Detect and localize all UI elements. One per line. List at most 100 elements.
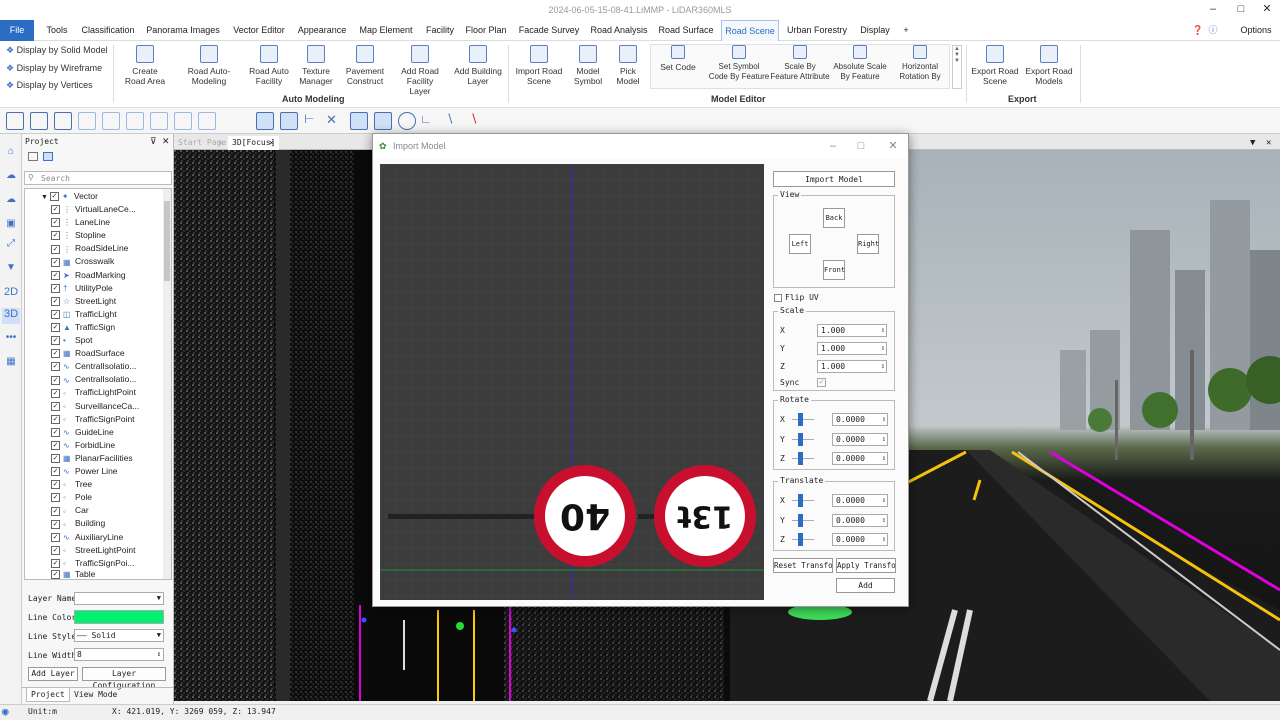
- menu-floor-plan[interactable]: Floor Plan: [462, 20, 510, 41]
- tree-node-layer[interactable]: ✓ • Spot: [51, 334, 93, 347]
- layer-checkbox[interactable]: ✓: [51, 506, 60, 516]
- lock-icon[interactable]: [28, 152, 38, 161]
- menu-facility[interactable]: Facility: [422, 20, 458, 41]
- options-menu[interactable]: Options: [1236, 20, 1276, 41]
- pick-model-button[interactable]: Pick Model: [610, 45, 646, 86]
- panel-close-icon[interactable]: ✕: [162, 136, 170, 147]
- view-right-button[interactable]: Right: [857, 234, 879, 254]
- tab-3d-close-icon[interactable]: ✕: [269, 136, 274, 150]
- tree-scrollbar[interactable]: [163, 189, 171, 579]
- menu-classification[interactable]: Classification: [78, 20, 138, 41]
- tab-bar-close-icon[interactable]: ✕: [1266, 136, 1271, 150]
- menu-facade-survey[interactable]: Facade Survey: [515, 20, 583, 41]
- node-edit-icon[interactable]: [6, 112, 24, 130]
- hourglass-icon[interactable]: [280, 112, 298, 130]
- menu-appearance[interactable]: Appearance: [294, 20, 350, 41]
- view-back-button[interactable]: Back: [823, 208, 845, 228]
- mode-3d-icon[interactable]: 3D: [2, 308, 20, 324]
- layer-checkbox[interactable]: ✓: [51, 545, 60, 555]
- line-style-select[interactable]: —— Solid ▼: [74, 629, 164, 642]
- tree-node-layer[interactable]: ✓ ∿ AuxiliaryLine: [51, 531, 123, 544]
- layer-checkbox[interactable]: ✓: [51, 427, 60, 437]
- menu-road-scene[interactable]: Road Scene: [721, 20, 779, 41]
- tree-node-layer[interactable]: ✓ ⋮ VirtualLaneCe...: [51, 203, 136, 216]
- translate-y-input[interactable]: 0.0000: [832, 514, 888, 527]
- tree-node-layer[interactable]: ✓ ⋮ Stopline: [51, 229, 106, 242]
- tree-node-table[interactable]: ✓ ▦ Table: [51, 568, 95, 579]
- menu-display[interactable]: Display: [855, 20, 895, 41]
- layers-icon[interactable]: [43, 152, 53, 161]
- tree-node-layer[interactable]: ✓ ◦ Pole: [51, 491, 92, 504]
- line-width-input[interactable]: 8 ↕: [74, 648, 164, 661]
- display-wireframe-option[interactable]: ❖ Display by Wireframe: [6, 63, 102, 74]
- layer-checkbox[interactable]: ✓: [51, 388, 60, 398]
- frame-icon[interactable]: [174, 112, 192, 130]
- layer-checkbox[interactable]: ✓: [51, 270, 60, 280]
- texture-manager-button[interactable]: Texture Manager: [294, 45, 338, 86]
- search-field[interactable]: ⚲ Search: [24, 171, 172, 185]
- tree-node-layer[interactable]: ✓ ▦ Crosswalk: [51, 255, 114, 268]
- scale-sync-checkbox[interactable]: ✓: [817, 378, 826, 387]
- import-road-scene-button[interactable]: Import Road Scene: [512, 45, 566, 86]
- layer-checkbox[interactable]: ✓: [51, 558, 60, 568]
- image-icon[interactable]: ▦: [2, 356, 20, 372]
- translate-z-slider[interactable]: [792, 533, 814, 546]
- vertex-icon[interactable]: [30, 112, 48, 130]
- layer-checkbox[interactable]: ✓: [51, 310, 60, 320]
- import-model-button[interactable]: Import Model: [773, 171, 895, 187]
- menu-add-tab[interactable]: +: [899, 20, 913, 41]
- delete-segment-icon[interactable]: ∖: [470, 112, 488, 130]
- tree-node-layer[interactable]: ✓ ◦ Car: [51, 504, 89, 517]
- layer-checkbox[interactable]: ✓: [51, 441, 60, 451]
- add-layer-button[interactable]: Add Layer: [28, 667, 78, 681]
- add-building-layer-button[interactable]: Add Building Layer: [450, 45, 506, 86]
- rectangle-select-icon[interactable]: [256, 112, 274, 130]
- pavement-construct-button[interactable]: Pavement Construct: [341, 45, 389, 86]
- scatter-icon[interactable]: [374, 112, 392, 130]
- rotate-x-input[interactable]: 0.0000: [832, 413, 888, 426]
- view-left-button[interactable]: Left: [789, 234, 811, 254]
- tree-node-layer[interactable]: ✓ ◦ Tree: [51, 478, 92, 491]
- layer-checkbox[interactable]: ✓: [51, 244, 60, 254]
- tree-node-layer[interactable]: ✓ ◦ SurveillanceCa...: [51, 400, 139, 413]
- tree-node-layer[interactable]: ✓ ◦ TrafficSignPoint: [51, 413, 135, 426]
- rotate-z-slider[interactable]: [792, 452, 814, 465]
- layer-checkbox[interactable]: ✓: [51, 414, 60, 424]
- menu-road-analysis[interactable]: Road Analysis: [587, 20, 651, 41]
- model-preview-canvas[interactable]: 40 13t: [380, 164, 764, 600]
- knife-icon[interactable]: ∖: [446, 112, 464, 130]
- export-road-models-button[interactable]: Export Road Models: [1022, 45, 1076, 86]
- tree-node-layer[interactable]: ✓ ∿ CentralIsolatio...: [51, 360, 136, 373]
- layer-checkbox[interactable]: ✓: [51, 532, 60, 542]
- tab-view-mode[interactable]: View Mode: [70, 688, 121, 702]
- layer-checkbox[interactable]: ✓: [51, 323, 60, 333]
- tree-node-layer[interactable]: ✓ ∿ ForbidLine: [51, 439, 115, 452]
- view-front-button[interactable]: Front: [823, 260, 845, 280]
- menu-vector-editor[interactable]: Vector Editor: [228, 20, 290, 41]
- menu-panorama[interactable]: Panorama Images: [143, 20, 223, 41]
- info-icon[interactable]: ⓘ: [1206, 20, 1220, 41]
- cloud-sync-icon[interactable]: ☁: [2, 194, 20, 210]
- layer-checkbox[interactable]: ✓: [51, 257, 60, 267]
- square-icon[interactable]: [150, 112, 168, 130]
- tab-menu-icon[interactable]: ▼: [1250, 136, 1255, 150]
- mode-2d-icon[interactable]: 2D: [2, 286, 20, 302]
- dialog-maximize-icon[interactable]: □: [851, 138, 871, 154]
- rotate-y-slider[interactable]: [792, 433, 814, 446]
- translate-y-slider[interactable]: [792, 514, 814, 527]
- menu-tools[interactable]: Tools: [40, 20, 74, 41]
- square-outline-icon[interactable]: [198, 112, 216, 130]
- export-road-scene-button[interactable]: Export Road Scene: [968, 45, 1022, 86]
- tree-node-layer[interactable]: ✓ ⋮ LaneLine: [51, 216, 110, 229]
- layer-checkbox[interactable]: ✓: [51, 362, 60, 372]
- translate-x-input[interactable]: 0.0000: [832, 494, 888, 507]
- hexagon-icon[interactable]: [78, 112, 96, 130]
- tree-node-layer[interactable]: ✓ ▦ PlanarFacilities: [51, 452, 133, 465]
- absolute-scale-button[interactable]: Absolute Scale By Feature: [832, 45, 888, 82]
- set-symbol-code-button[interactable]: Set Symbol Code By Feature: [706, 45, 772, 82]
- tree-node-layer[interactable]: ✓ ◫ TrafficLight: [51, 308, 117, 321]
- tree-node-layer[interactable]: ✓ ∿ GuideLine: [51, 426, 114, 439]
- tree-node-layer[interactable]: ✓ ◦ StreetLightPoint: [51, 544, 135, 557]
- layer-checkbox[interactable]: ✓: [51, 283, 60, 293]
- reset-transform-button[interactable]: Reset Transform: [773, 558, 833, 573]
